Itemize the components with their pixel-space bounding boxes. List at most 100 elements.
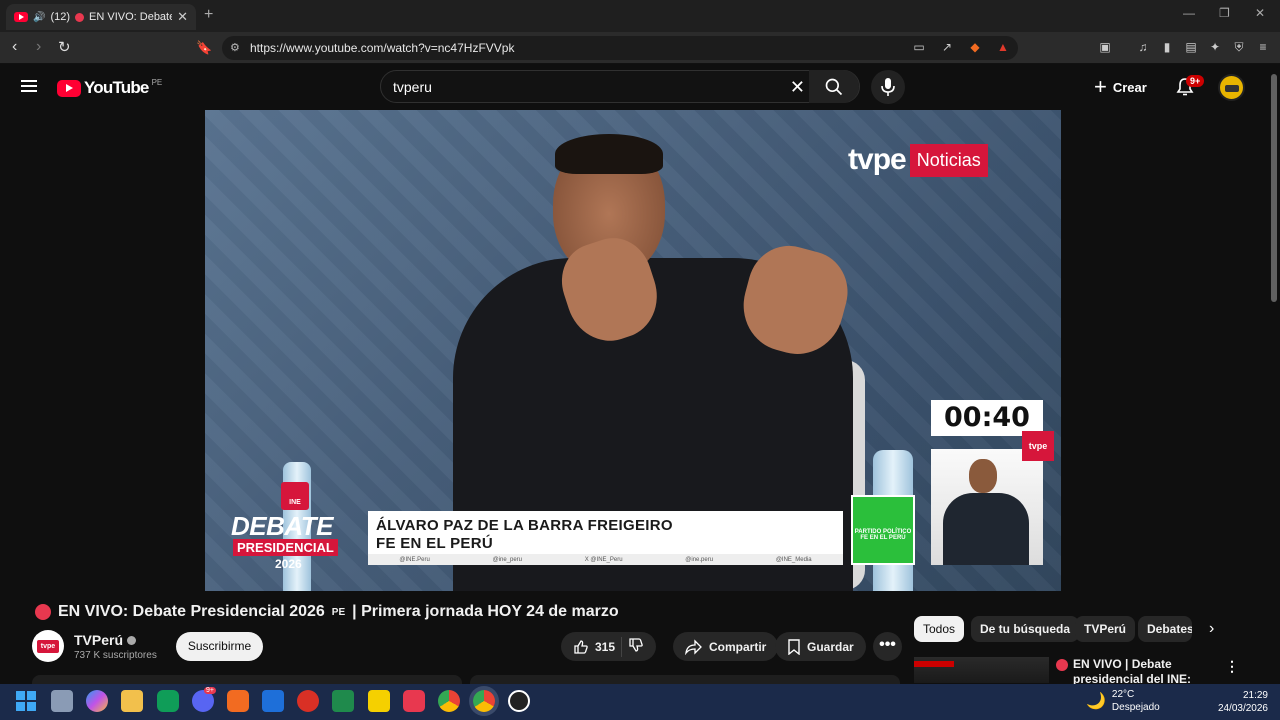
title-main: EN VIVO: Debate Presidencial 2026	[58, 603, 325, 620]
channel-watermark[interactable]: tvpe	[1022, 431, 1054, 461]
brand-pe: pe	[872, 143, 907, 176]
audio-icon[interactable]: 🔊	[33, 12, 45, 23]
chip-de-tu-busqueda[interactable]: De tu búsqueda	[971, 616, 1080, 642]
tiktok-icon[interactable]	[403, 690, 425, 712]
create-button[interactable]: + Crear	[1094, 76, 1147, 98]
clock-time: 21:29	[1242, 690, 1268, 701]
leo-icon[interactable]: ✦	[1208, 40, 1222, 54]
chip-tvperu[interactable]: TVPerú	[1075, 616, 1136, 642]
chip-debates[interactable]: Debates	[1138, 616, 1192, 642]
clock-date: 24/03/2026	[1217, 703, 1268, 714]
title-rest: | Primera jornada HOY 24 de marzo	[352, 603, 619, 620]
chrome-active-icon[interactable]	[473, 690, 495, 712]
task-view-icon[interactable]	[51, 690, 73, 712]
rewards-icon[interactable]: ▲	[996, 40, 1010, 54]
tabs-icon[interactable]: ▣	[1098, 40, 1112, 54]
maximize-icon[interactable]: ❐	[1219, 6, 1230, 20]
suggestion-menu-icon[interactable]: ⋮	[1225, 658, 1239, 675]
partial-card	[470, 675, 900, 684]
new-tab-icon[interactable]: +	[204, 6, 213, 24]
sticky-notes-icon[interactable]	[368, 690, 390, 712]
more-actions-button[interactable]: •••	[873, 632, 902, 661]
excel-icon[interactable]	[332, 690, 354, 712]
weather-widget[interactable]: 🌙 22°C Despejado	[1086, 688, 1160, 714]
search-button[interactable]	[809, 70, 859, 103]
brave-icon[interactable]	[227, 690, 249, 712]
debate-logo: INE DEBATE PRESIDENCIAL 2026	[229, 482, 359, 572]
moon-icon: 🌙	[1086, 693, 1106, 710]
media-icon[interactable]: ♫	[1136, 40, 1150, 54]
share-icon[interactable]: ↗	[940, 40, 954, 54]
like-dislike-group: 315	[561, 632, 657, 661]
system-clock[interactable]: 21:29 24/03/2026	[1208, 689, 1268, 715]
word-icon[interactable]	[262, 690, 284, 712]
brand-noticias: Noticias	[909, 143, 988, 177]
chrome-icon[interactable]	[438, 690, 460, 712]
social-handles: @INE.Peru @ine_peru X @INE_Peru @ine.per…	[368, 554, 843, 565]
address-bar-row: ‹ › ↻ 🔖 ⚙ https://www.youtube.com/watch?…	[0, 32, 1280, 64]
guide-menu-icon[interactable]	[21, 80, 37, 92]
subscribe-button[interactable]: Suscribirme	[176, 632, 263, 661]
dislike-button[interactable]	[628, 637, 644, 656]
channel-logo: tvpe	[37, 639, 59, 653]
presidential-word: PRESIDENCIAL	[233, 539, 338, 556]
file-explorer-icon[interactable]	[121, 690, 143, 712]
back-icon[interactable]: ‹	[12, 38, 17, 56]
url-field[interactable]: ⚙ https://www.youtube.com/watch?v=nc47Hz…	[222, 36, 1018, 60]
copilot-icon[interactable]	[86, 690, 108, 712]
suggestion-thumbnail[interactable]	[914, 657, 1049, 683]
share-label: Compartir	[709, 639, 767, 654]
video-title: EN VIVO: Debate Presidencial 2026 PE | P…	[35, 603, 619, 621]
browser-tab[interactable]: 🔊 (12) EN VIVO: Debate Pre ✕	[6, 4, 196, 30]
wallet-icon[interactable]: ▤	[1184, 40, 1198, 54]
chips-next-icon[interactable]: ›	[1209, 620, 1214, 638]
vpn-icon[interactable]: ⛨	[1232, 40, 1246, 54]
brave-shields-icon[interactable]: ◆	[968, 40, 982, 54]
video-player[interactable]: tv pe Noticias 00:40 INE DEBATE PRESIDEN…	[205, 110, 1061, 591]
channel-avatar[interactable]: tvpe	[32, 630, 64, 662]
search-input[interactable]	[393, 78, 773, 95]
app-icon[interactable]	[157, 690, 179, 712]
interpreter-head	[969, 459, 997, 493]
sidebar-icon[interactable]: ▮	[1160, 40, 1174, 54]
social-handle: @INE.Peru	[399, 556, 430, 563]
bookmark-icon[interactable]: 🔖	[196, 40, 212, 56]
share-button[interactable]: Compartir	[673, 632, 779, 661]
youtube-logo[interactable]: YouTube PE	[57, 78, 162, 98]
search-icon	[825, 78, 843, 95]
clear-search-icon[interactable]: ✕	[790, 77, 805, 98]
app-icon[interactable]	[297, 690, 319, 712]
thumbs-down-icon	[629, 638, 643, 652]
cast-icon[interactable]: ▭	[912, 40, 926, 54]
minimize-icon[interactable]: —	[1183, 6, 1195, 20]
browser-tabstrip: 🔊 (12) EN VIVO: Debate Pre ✕ + — ❐ ✕	[0, 0, 1280, 32]
account-avatar[interactable]	[1218, 74, 1245, 101]
forward-icon[interactable]: ›	[36, 38, 41, 56]
site-info-icon[interactable]: ⚙	[230, 41, 240, 54]
chip-todos[interactable]: Todos	[914, 616, 965, 642]
suggestion-title[interactable]: EN VIVO | Debate presidencial del INE: D…	[1056, 657, 1206, 684]
voice-search-button[interactable]	[871, 70, 905, 104]
social-handle: @INE_Media	[775, 556, 812, 563]
title-country: PE	[331, 606, 346, 618]
verified-icon	[127, 635, 137, 645]
scrollbar-thumb[interactable]	[1271, 74, 1277, 302]
page-scrollbar[interactable]	[1268, 64, 1280, 684]
suggestion-title-text: EN VIVO | Debate presidencial del INE: D…	[1073, 657, 1192, 684]
channel-name-row[interactable]: TVPerú	[74, 632, 137, 648]
tab-close-icon[interactable]: ✕	[177, 9, 188, 25]
country-code: PE	[151, 77, 163, 87]
app-icon[interactable]	[508, 690, 530, 712]
windows-start-icon[interactable]	[15, 690, 37, 712]
discord-badge: 9+	[204, 687, 216, 694]
divider	[621, 636, 623, 657]
menu-icon[interactable]: ≡	[1256, 40, 1270, 54]
debate-year: 2026	[275, 557, 302, 571]
save-button[interactable]: Guardar	[775, 632, 866, 661]
window-close-icon[interactable]: ✕	[1255, 6, 1265, 20]
reload-icon[interactable]: ↻	[58, 38, 71, 56]
like-button[interactable]: 315	[573, 639, 615, 655]
channel-name: TVPerú	[74, 632, 124, 648]
speaker-hair	[555, 134, 663, 174]
url-text: https://www.youtube.com/watch?v=nc47HzFV…	[250, 41, 515, 55]
